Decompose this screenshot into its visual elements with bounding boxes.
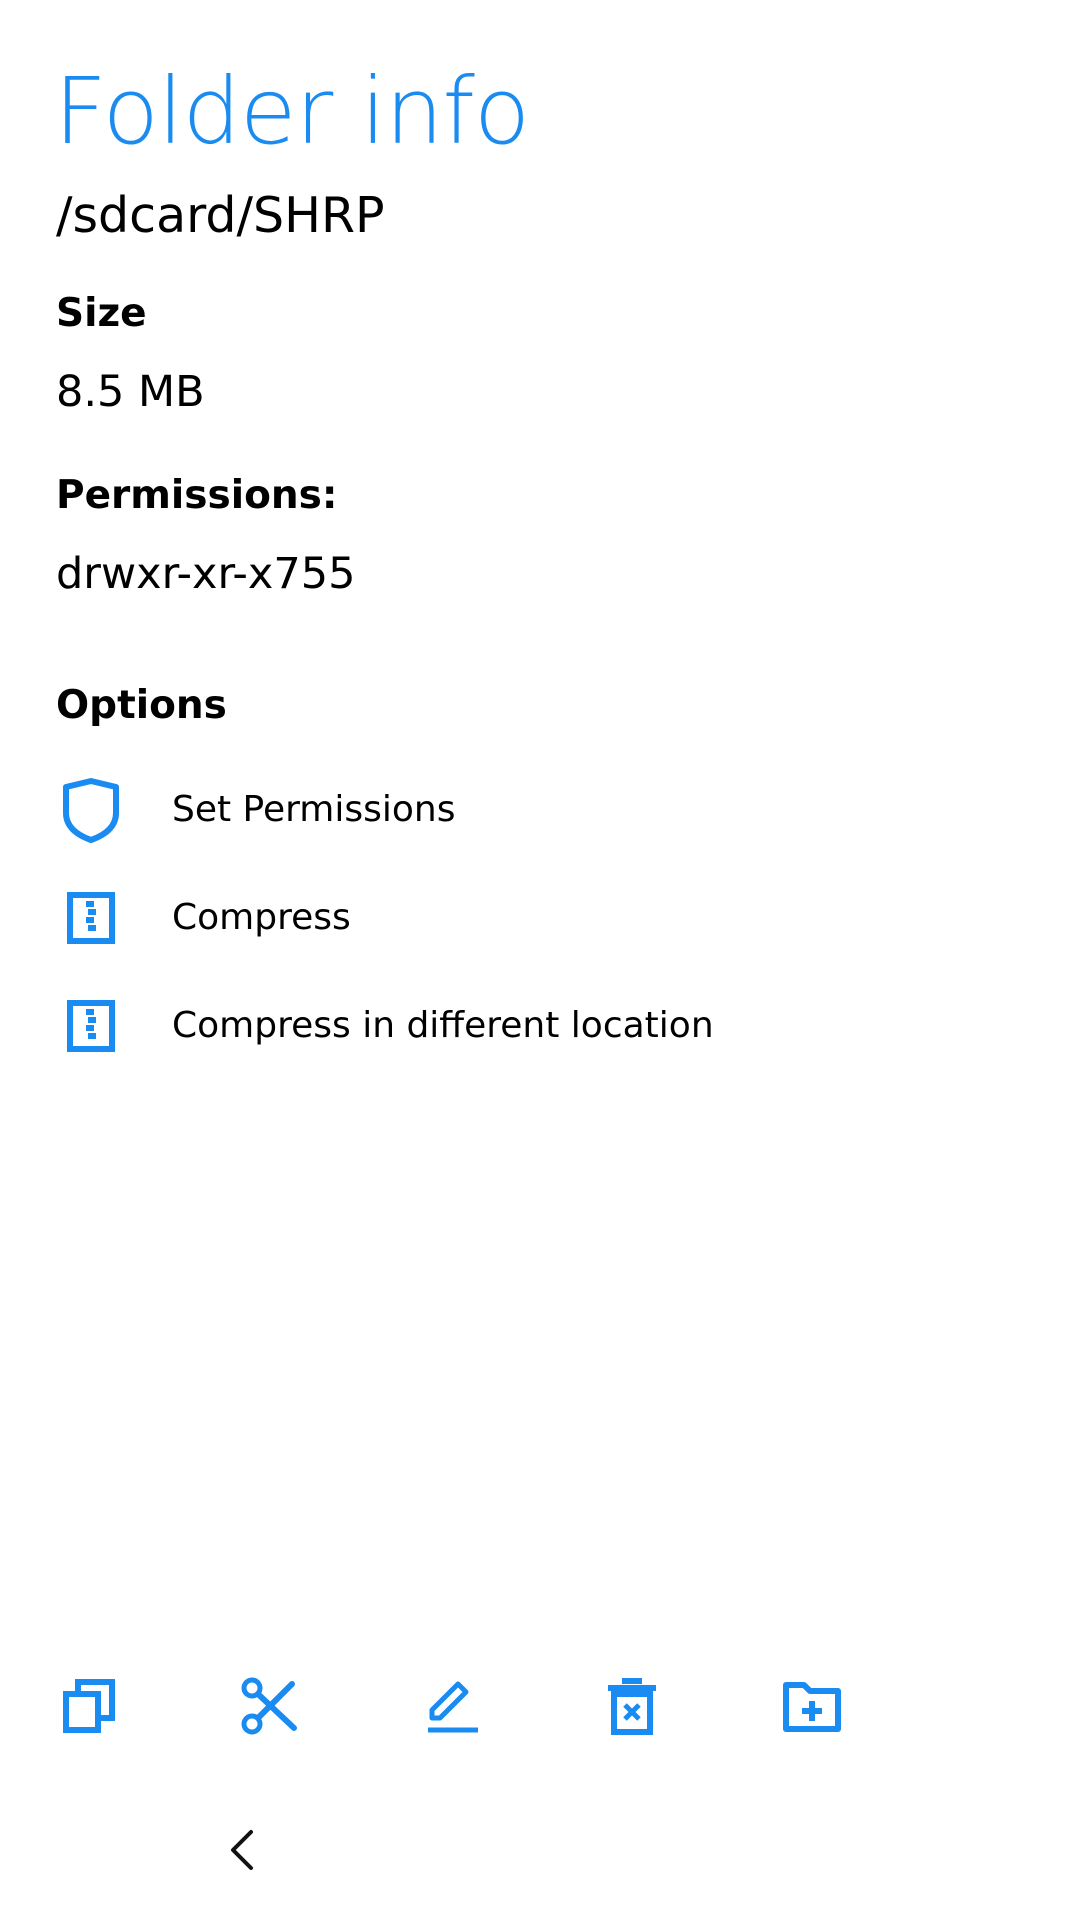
option-compress[interactable]: Compress <box>0 868 1080 968</box>
new-folder-icon <box>782 1679 842 1737</box>
permissions-value: drwxr-xr-x755 <box>56 549 356 599</box>
action-toolbar <box>0 1668 1080 1748</box>
chevron-left-icon <box>227 1828 257 1876</box>
option-compress-different-location[interactable]: Compress in different location <box>0 976 1080 1076</box>
copy-button[interactable] <box>50 1668 130 1748</box>
delete-icon <box>604 1676 660 1740</box>
folder-info-screen: Folder info /sdcard/SHRP Size 8.5 MB Per… <box>0 0 1080 1920</box>
delete-button[interactable] <box>592 1668 672 1748</box>
option-label: Compress in different location <box>172 1005 714 1046</box>
back-button[interactable] <box>212 1822 272 1882</box>
option-label: Set Permissions <box>172 789 456 830</box>
copy-icon <box>62 1678 118 1738</box>
size-value: 8.5 MB <box>56 367 205 417</box>
cut-button[interactable] <box>230 1668 310 1748</box>
size-label: Size <box>56 291 147 336</box>
options-heading: Options <box>56 683 227 728</box>
cut-icon <box>240 1676 300 1740</box>
option-label: Compress <box>172 897 351 938</box>
new-folder-button[interactable] <box>772 1668 852 1748</box>
zip-icon <box>56 883 126 953</box>
rename-icon <box>422 1676 482 1740</box>
zip-icon <box>56 991 126 1061</box>
shield-icon <box>56 775 126 845</box>
page-title: Folder info <box>54 58 530 165</box>
option-set-permissions[interactable]: Set Permissions <box>0 760 1080 860</box>
folder-path: /sdcard/SHRP <box>56 187 385 244</box>
rename-button[interactable] <box>412 1668 492 1748</box>
permissions-label: Permissions: <box>56 473 338 518</box>
